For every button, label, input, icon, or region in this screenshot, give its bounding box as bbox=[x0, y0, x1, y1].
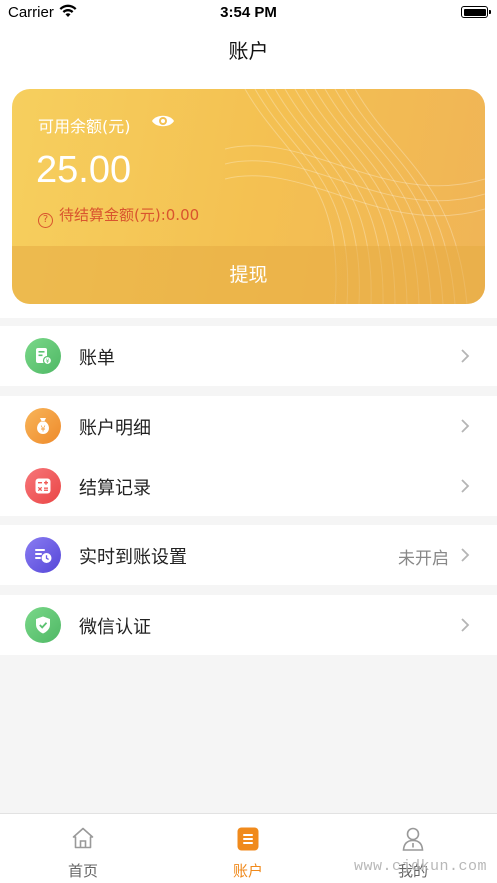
clock-icon bbox=[25, 537, 61, 573]
question-icon[interactable]: ? bbox=[38, 213, 53, 228]
wechat-section: 微信认证 bbox=[0, 595, 497, 655]
menu-label-wechat: 微信认证 bbox=[79, 617, 151, 638]
bill-icon: ¥ bbox=[25, 338, 61, 374]
balance-card: 可用余额(元) 25.00 ? 待结算金额(元):0.00 提现 bbox=[12, 89, 485, 304]
balance-amount: 25.00 bbox=[36, 149, 132, 191]
chevron-right-icon bbox=[461, 419, 470, 433]
withdraw-button[interactable]: 提现 bbox=[12, 246, 485, 304]
tab-label-home: 首页 bbox=[67, 862, 98, 880]
bill-section: ¥ 账单 bbox=[0, 326, 497, 386]
chevron-right-icon bbox=[461, 618, 470, 632]
balance-label: 可用余额(元) bbox=[38, 117, 131, 136]
calculator-icon bbox=[25, 468, 61, 504]
money-bag-icon: ¥ bbox=[25, 408, 61, 444]
menu-label-account-detail: 账户明细 bbox=[79, 418, 151, 439]
menu-label-realtime: 实时到账设置 bbox=[79, 547, 187, 568]
balance-card-container: 可用余额(元) 25.00 ? 待结算金额(元):0.00 提现 bbox=[0, 80, 497, 318]
account-list-icon bbox=[237, 827, 259, 851]
menu-item-wechat[interactable]: 微信认证 bbox=[0, 595, 497, 655]
menu-label-settlement: 结算记录 bbox=[79, 478, 151, 499]
tab-home[interactable]: 首页 bbox=[23, 814, 143, 883]
menu-item-settlement[interactable]: 结算记录 bbox=[0, 456, 497, 516]
menu-item-account-detail[interactable]: ¥ 账户明细 bbox=[0, 396, 497, 456]
watermark: www.cjdkun.com bbox=[353, 858, 487, 875]
status-bar: Carrier 3:54 PM bbox=[0, 0, 497, 26]
pending-amount-label: 待结算金额(元):0.00 bbox=[59, 206, 200, 224]
status-time: 3:54 PM bbox=[220, 4, 277, 21]
user-icon bbox=[402, 827, 424, 851]
chevron-right-icon bbox=[461, 479, 470, 493]
tab-account[interactable]: 账户 bbox=[188, 814, 308, 883]
realtime-section: 实时到账设置 未开启 bbox=[0, 525, 497, 585]
account-section: ¥ 账户明细 结算记录 bbox=[0, 396, 497, 516]
home-icon bbox=[72, 827, 94, 849]
menu-label-bill: 账单 bbox=[79, 348, 115, 369]
chevron-right-icon bbox=[461, 349, 470, 363]
svg-text:¥: ¥ bbox=[46, 358, 50, 365]
tab-label-account: 账户 bbox=[232, 862, 263, 880]
tab-bar: 首页 账户 我的 www.cjdkun.com bbox=[0, 813, 497, 883]
pending-amount: ? 待结算金额(元):0.00 bbox=[38, 204, 199, 228]
realtime-status: 未开启 bbox=[398, 549, 449, 569]
chevron-right-icon bbox=[461, 548, 470, 562]
eye-icon[interactable] bbox=[151, 112, 175, 130]
menu-item-realtime[interactable]: 实时到账设置 未开启 bbox=[0, 525, 497, 585]
page-title: 账户 bbox=[0, 26, 497, 80]
svg-text:¥: ¥ bbox=[40, 425, 45, 434]
shield-check-icon bbox=[25, 607, 61, 643]
battery-icon bbox=[461, 6, 491, 18]
menu-item-bill[interactable]: ¥ 账单 bbox=[0, 326, 497, 386]
